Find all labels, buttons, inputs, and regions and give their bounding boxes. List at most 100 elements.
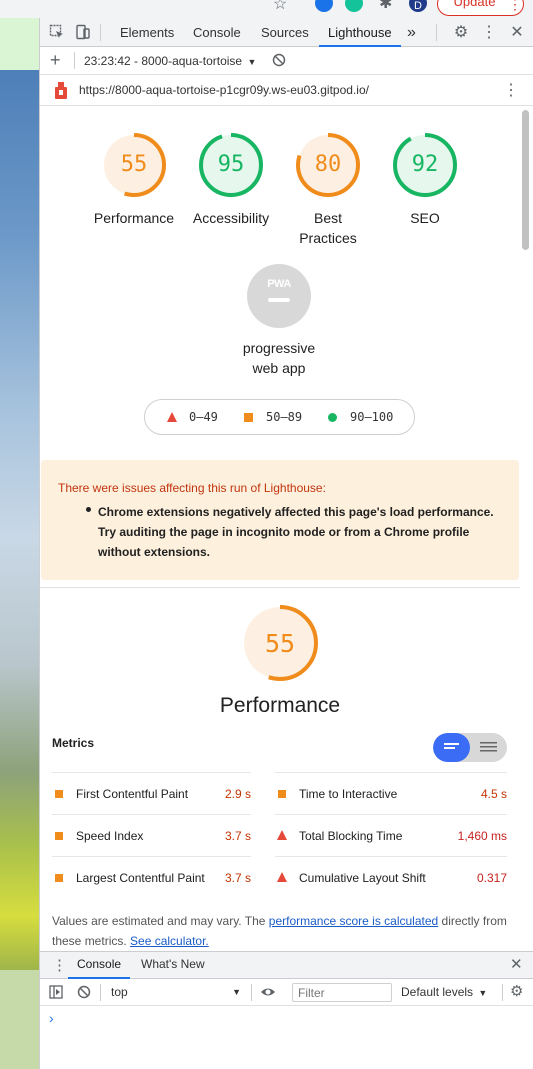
warning-title: There were issues affecting this run of … (58, 481, 326, 495)
profile-avatar[interactable]: D (409, 0, 427, 12)
pwa-badge-text: PWA (267, 278, 291, 290)
console-filter-input[interactable] (292, 983, 392, 1002)
metric-name: First Contentful Paint (76, 787, 189, 801)
metric-value: 3.7 s (224, 829, 251, 843)
console-settings-gear-icon[interactable]: ⚙ (510, 982, 523, 1000)
drawer-tabs: ⋮ Console What's New ✕ (40, 952, 533, 979)
browser-menu-icon[interactable]: ⋮ (508, 0, 522, 13)
tab-lighthouse[interactable]: Lighthouse (319, 18, 401, 47)
console-toolbar: top ▼ Default levels ▼ ⚙ (40, 979, 533, 1006)
clear-reports-icon[interactable] (272, 53, 286, 72)
metric-row: First Contentful Paint 2.9 s (52, 772, 251, 814)
gauge-label: Performance (93, 210, 175, 226)
gauge-score: 95 (217, 152, 245, 177)
report-select[interactable]: 23:23:42 - 8000-aqua-tortoise ▼ (84, 54, 256, 68)
fail-triangle-icon (167, 412, 177, 422)
metric-row: Speed Index 3.7 s (52, 814, 251, 856)
fail-triangle-icon (277, 872, 287, 882)
average-square-icon (55, 874, 63, 882)
devtools-menu-icon[interactable]: ⋮ (480, 24, 498, 42)
metrics-heading: Metrics (52, 736, 95, 750)
devtools-panel: Elements Console Sources Lighthouse » ⚙ … (39, 18, 533, 1069)
metric-name: Total Blocking Time (299, 829, 403, 843)
legend-average: 50–89 (266, 410, 303, 424)
clear-console-icon[interactable] (77, 985, 91, 1004)
live-expression-eye-icon[interactable] (260, 985, 276, 1004)
summary-view-button[interactable] (433, 733, 470, 762)
tab-elements[interactable]: Elements (120, 18, 174, 47)
more-tabs-button[interactable]: » (407, 18, 416, 47)
page-landscape-image (0, 70, 39, 970)
gauge-label: Best (313, 210, 342, 226)
average-square-icon (278, 790, 286, 798)
gauge-label-line2: Practices (299, 230, 357, 246)
page-viewport-strip (0, 0, 39, 1069)
chevron-down-icon: ▼ (247, 57, 257, 67)
metrics-view-toggle[interactable] (433, 733, 507, 762)
inspect-element-icon[interactable] (48, 24, 66, 42)
score-gauge-seo[interactable]: 92 (392, 132, 458, 198)
performance-score: 55 (264, 629, 296, 658)
chevron-down-icon: ▼ (232, 987, 241, 997)
report-scrollbar[interactable] (522, 110, 529, 250)
metric-name: Time to Interactive (299, 787, 398, 801)
score-gauge-best[interactable]: 80 (295, 132, 361, 198)
close-devtools-icon[interactable]: ✕ (508, 24, 526, 42)
tab-sources[interactable]: Sources (261, 18, 309, 47)
close-drawer-icon[interactable]: ✕ (510, 955, 523, 973)
report-select-value: 23:23:42 - 8000-aqua-tortoise (84, 54, 243, 68)
metric-name: Cumulative Layout Shift (299, 871, 426, 885)
pwa-badge: PWA (247, 264, 311, 328)
metric-value: 4.5 s (480, 787, 507, 801)
performance-title: Performance (219, 694, 341, 717)
report-url[interactable]: https://8000-aqua-tortoise-p1cgr09y.ws-e… (79, 83, 369, 97)
log-levels-select[interactable]: Default levels ▼ (401, 985, 487, 999)
show-sidebar-icon[interactable] (49, 985, 63, 1004)
new-report-button[interactable]: + (50, 50, 61, 71)
report-menu-icon[interactable]: ⋮ (503, 80, 519, 100)
context-value: top (111, 985, 128, 999)
gauge-label: Accessibility (192, 210, 270, 226)
pwa-dash-icon (268, 298, 290, 302)
score-gauge-accessibility[interactable]: 95 (198, 132, 264, 198)
drawer-menu-icon[interactable]: ⋮ (52, 956, 67, 974)
device-toolbar-icon[interactable] (74, 24, 92, 42)
lighthouse-report: 55 Performance 95 Accessibility 80 Best Practi… (40, 106, 533, 951)
detailed-view-button[interactable] (470, 733, 507, 762)
note-prefix: Values are estimated and may vary. The (52, 914, 269, 928)
performance-gauge: 55 (242, 605, 318, 681)
context-select[interactable]: top ▼ (111, 985, 241, 999)
browser-toolbar-strip: ☆ ✱ D Update ⋮ (39, 0, 533, 18)
drawer-tab-whats-new[interactable]: What's New (141, 952, 205, 979)
lighthouse-logo-icon (54, 82, 68, 104)
warning-bullet-text: Chrome extensions negatively affected th… (98, 505, 494, 559)
fail-triangle-icon (277, 830, 287, 840)
lighthouse-toolbar: + 23:23:42 - 8000-aqua-tortoise ▼ (40, 47, 533, 75)
see-calculator-link[interactable]: See calculator. (130, 934, 209, 948)
gauge-score: 55 (120, 152, 148, 177)
devtools-toolbar: Elements Console Sources Lighthouse » ⚙ … (40, 18, 533, 47)
grammarly-icon[interactable] (345, 0, 363, 12)
warning-bullet-dot (86, 507, 91, 512)
score-calculated-link[interactable]: performance score is calculated (269, 914, 438, 928)
legend-pass: 90–100 (350, 410, 394, 424)
gauge-score: 80 (314, 152, 342, 177)
extension-shield-icon[interactable] (315, 0, 333, 12)
report-url-bar: https://8000-aqua-tortoise-p1cgr09y.ws-e… (40, 75, 533, 106)
avatar-initial: D (414, 0, 422, 12)
star-icon[interactable]: ☆ (273, 0, 287, 14)
console-prompt[interactable]: › (49, 1010, 54, 1026)
metric-value: 0.317 (476, 871, 507, 885)
chevron-down-icon: ▼ (478, 988, 488, 998)
drawer-tab-console[interactable]: Console (68, 952, 131, 979)
tab-console[interactable]: Console (193, 18, 241, 47)
page-green-banner (0, 18, 39, 70)
average-square-icon (55, 832, 63, 840)
score-gauge-performance[interactable]: 55 (101, 132, 167, 198)
metric-row: Time to Interactive 4.5 s (275, 772, 507, 814)
extensions-puzzle-icon[interactable]: ✱ (379, 0, 392, 13)
log-levels-value: Default levels (401, 985, 474, 999)
average-square-icon (244, 413, 253, 422)
pwa-label-line1: progressive (242, 340, 316, 356)
settings-gear-icon[interactable]: ⚙ (452, 24, 470, 42)
